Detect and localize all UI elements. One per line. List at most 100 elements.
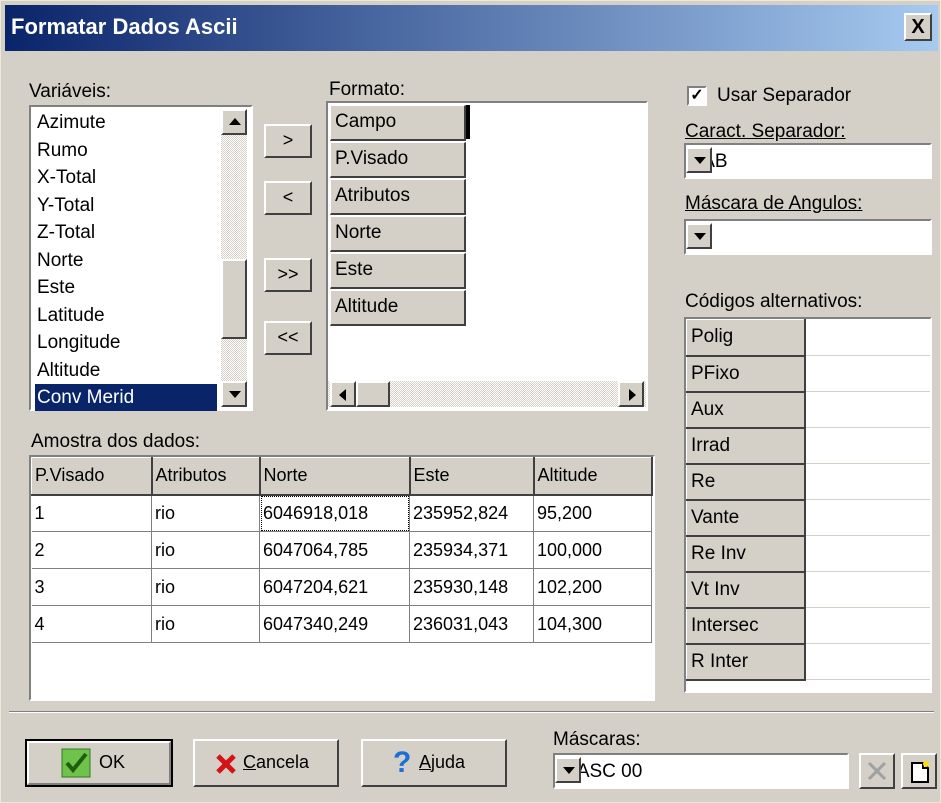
move-all-right-button[interactable]: >>	[264, 258, 312, 292]
variavel-item[interactable]: Azimute	[35, 109, 217, 136]
move-right-button[interactable]: >	[264, 124, 312, 158]
column-header[interactable]: Altitude	[533, 457, 653, 496]
column-header[interactable]: Atributos	[151, 457, 261, 496]
codigos-grid[interactable]: Polig PFixo Aux Irrad Re Vante Re Inv Vt Inv Int…	[684, 317, 932, 693]
variavel-item[interactable]: Conv Merid	[35, 384, 217, 411]
table-cell[interactable]: 6047064,785	[259, 531, 410, 569]
formato-field[interactable]: P.Visado	[330, 142, 466, 178]
cancel-button[interactable]: Cancela	[193, 739, 339, 787]
codigo-key[interactable]: Polig	[686, 319, 806, 357]
mascara-angulos-combobox[interactable]	[684, 219, 932, 255]
table-cell[interactable]: 235934,371	[409, 531, 534, 569]
codigo-key[interactable]: Aux	[686, 391, 806, 429]
codigo-row[interactable]: Irrad	[686, 427, 930, 465]
ok-button[interactable]: OK	[25, 739, 173, 787]
table-cell[interactable]: 6047340,249	[259, 605, 410, 643]
codigo-row[interactable]: Re Inv	[686, 535, 930, 573]
scroll-thumb[interactable]	[221, 259, 247, 339]
variavel-item[interactable]: X-Total	[35, 164, 217, 191]
close-button[interactable]: X	[904, 13, 932, 41]
codigo-key[interactable]: Intersec	[686, 607, 806, 645]
scroll-up-button[interactable]	[221, 109, 247, 135]
help-button[interactable]: ? Ajuda	[361, 739, 507, 787]
table-cell[interactable]: 6046918,018	[259, 494, 410, 532]
variavel-item[interactable]: Rumo	[35, 137, 217, 164]
variavel-item[interactable]: Z-Total	[35, 219, 217, 246]
table-cell[interactable]: rio	[151, 494, 260, 532]
variavel-item[interactable]: Norte	[35, 247, 217, 274]
codigo-value-cell[interactable]	[804, 463, 930, 500]
codigo-value-cell[interactable]	[804, 391, 930, 428]
codigo-row[interactable]: Re	[686, 463, 930, 501]
codigo-value-cell[interactable]	[804, 607, 930, 644]
codigo-key[interactable]: PFixo	[686, 355, 806, 393]
separador-dropdown-button[interactable]	[686, 147, 712, 173]
codigo-value-cell[interactable]	[804, 355, 930, 392]
codigo-value-cell[interactable]	[804, 499, 930, 536]
codigo-key[interactable]: Re Inv	[686, 535, 806, 573]
table-row[interactable]: 2 rio 6047064,785 235934,371 100,000	[31, 531, 652, 569]
codigo-row[interactable]: Vante	[686, 499, 930, 537]
codigo-key[interactable]: Irrad	[686, 427, 806, 465]
codigo-row[interactable]: R Inter	[686, 643, 930, 681]
formato-field[interactable]: Campo	[330, 105, 466, 141]
formato-hscrollbar[interactable]	[328, 381, 646, 407]
column-header[interactable]: P.Visado	[31, 457, 153, 496]
hscroll-thumb[interactable]	[356, 381, 390, 407]
codigo-key[interactable]: Vante	[686, 499, 806, 537]
codigo-row[interactable]: Vt Inv	[686, 571, 930, 609]
variavel-item[interactable]: Latitude	[35, 302, 217, 329]
move-all-left-button[interactable]: <<	[264, 321, 312, 355]
table-cell[interactable]: 100,000	[533, 531, 652, 569]
codigo-key[interactable]: Vt Inv	[686, 571, 806, 609]
table-cell[interactable]: 4	[31, 605, 152, 643]
column-resize-handle[interactable]	[466, 105, 470, 139]
table-cell[interactable]: 235952,824	[409, 494, 534, 532]
table-cell[interactable]: 2	[31, 531, 152, 569]
new-mask-button[interactable]	[901, 753, 937, 789]
table-row[interactable]: 3 rio 6047204,621 235930,148 102,200	[31, 568, 652, 606]
delete-mask-button[interactable]	[859, 753, 895, 789]
table-cell[interactable]: 95,200	[533, 494, 652, 532]
formato-list[interactable]: Campo P.Visado Atributos Norte Este Altitude	[326, 101, 648, 411]
variavel-item[interactable]: Altitude	[35, 357, 217, 384]
variaveis-scrollbar[interactable]	[221, 109, 247, 407]
variavel-item[interactable]: Este	[35, 274, 217, 301]
codigo-row[interactable]: PFixo	[686, 355, 930, 393]
codigo-value-cell[interactable]	[804, 427, 930, 464]
table-cell[interactable]: 102,200	[533, 568, 652, 606]
table-cell[interactable]: rio	[151, 568, 260, 606]
table-cell[interactable]: 104,300	[533, 605, 652, 643]
table-cell[interactable]: rio	[151, 605, 260, 643]
column-header[interactable]: Este	[409, 457, 535, 496]
table-cell[interactable]: 236031,043	[409, 605, 534, 643]
mascara-angulos-dropdown-button[interactable]	[686, 223, 712, 249]
codigo-value-cell[interactable]	[804, 643, 930, 680]
variavel-item[interactable]: Longitude	[35, 329, 217, 356]
codigo-row[interactable]: Polig	[686, 319, 930, 357]
codigo-value-cell[interactable]	[804, 571, 930, 608]
variavel-item[interactable]: Y-Total	[35, 192, 217, 219]
scroll-right-button[interactable]	[618, 381, 644, 407]
mascaras-combobox[interactable]: MASC 00	[553, 753, 849, 789]
table-cell[interactable]: 1	[31, 494, 152, 532]
table-cell[interactable]: rio	[151, 531, 260, 569]
formato-field[interactable]: Este	[330, 253, 466, 289]
usar-separador-checkbox[interactable]: ✓	[687, 86, 707, 106]
scroll-down-button[interactable]	[221, 381, 247, 407]
formato-field[interactable]: Altitude	[330, 290, 466, 326]
scroll-left-button[interactable]	[330, 381, 356, 407]
formato-field[interactable]: Norte	[330, 216, 466, 252]
column-header[interactable]: Norte	[259, 457, 411, 496]
codigo-key[interactable]: R Inter	[686, 643, 806, 681]
mascaras-dropdown-button[interactable]	[555, 757, 581, 783]
separador-combobox[interactable]: TAB	[684, 143, 932, 179]
table-cell[interactable]: 3	[31, 568, 152, 606]
codigo-key[interactable]: Re	[686, 463, 806, 501]
variaveis-list[interactable]: Azimute Rumo X-Total Y-Total Z-Total Norte Est…	[29, 105, 253, 411]
table-row[interactable]: 1 rio 6046918,018 235952,824 95,200	[31, 494, 652, 532]
table-cell[interactable]: 235930,148	[409, 568, 534, 606]
table-cell[interactable]: 6047204,621	[259, 568, 410, 606]
codigo-row[interactable]: Aux	[686, 391, 930, 429]
formato-field[interactable]: Atributos	[330, 179, 466, 215]
